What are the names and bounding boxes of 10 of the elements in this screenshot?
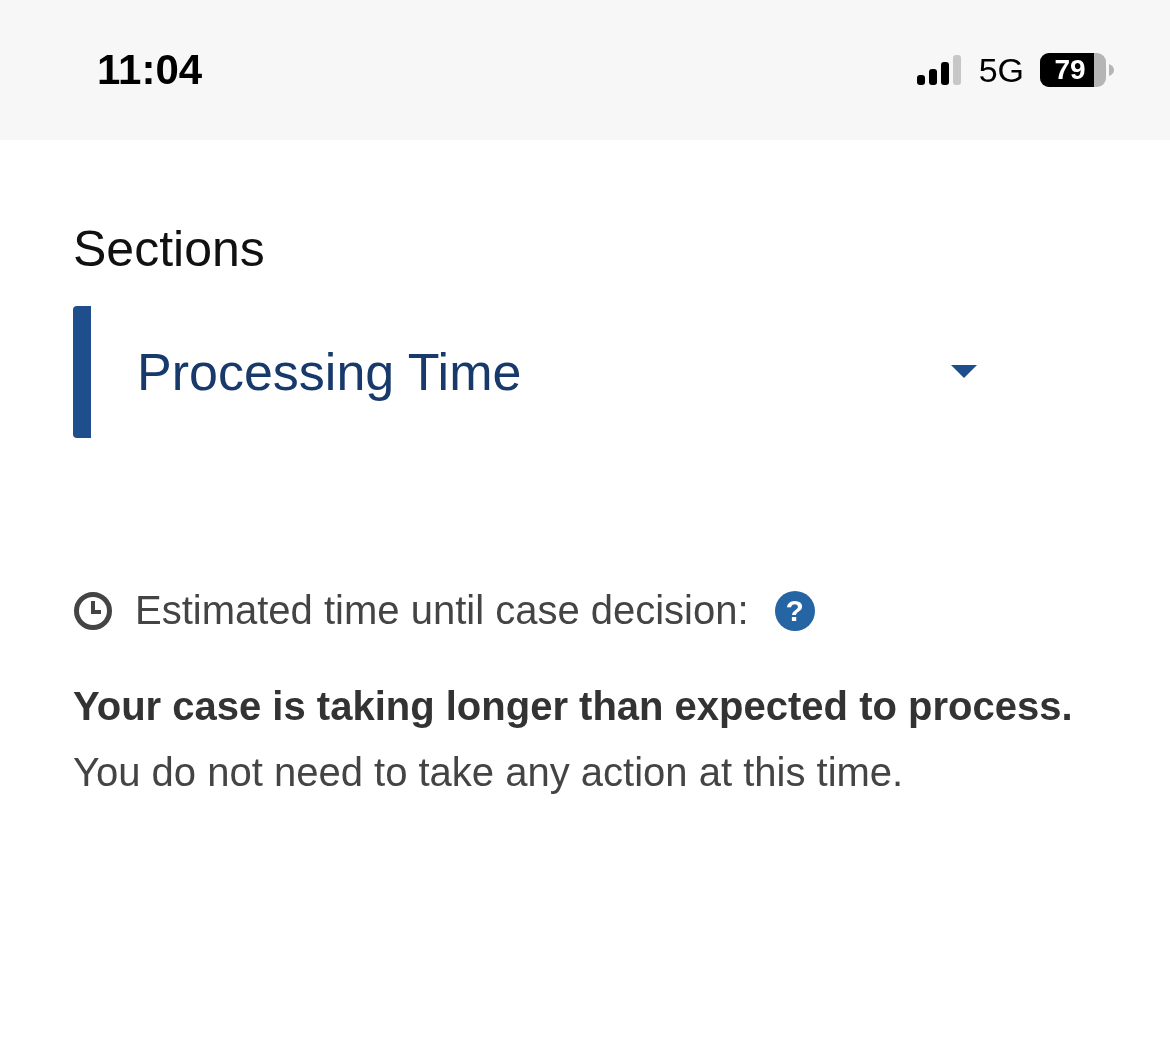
- caret-icon: [951, 365, 977, 379]
- help-icon[interactable]: ?: [774, 590, 815, 631]
- estimate-label: Estimated time until case decision:: [135, 588, 749, 633]
- clock-icon: [73, 590, 113, 631]
- section-dropdown[interactable]: Processing Time: [73, 306, 1097, 438]
- status-message: Your case is taking longer than expected to process. You do not need to take any action at this time.: [73, 683, 1074, 796]
- network-label: 5G: [978, 50, 1024, 90]
- sections-heading: Sections: [73, 220, 266, 278]
- clock-time: 11:04: [97, 46, 203, 94]
- signal-icon: [916, 53, 963, 87]
